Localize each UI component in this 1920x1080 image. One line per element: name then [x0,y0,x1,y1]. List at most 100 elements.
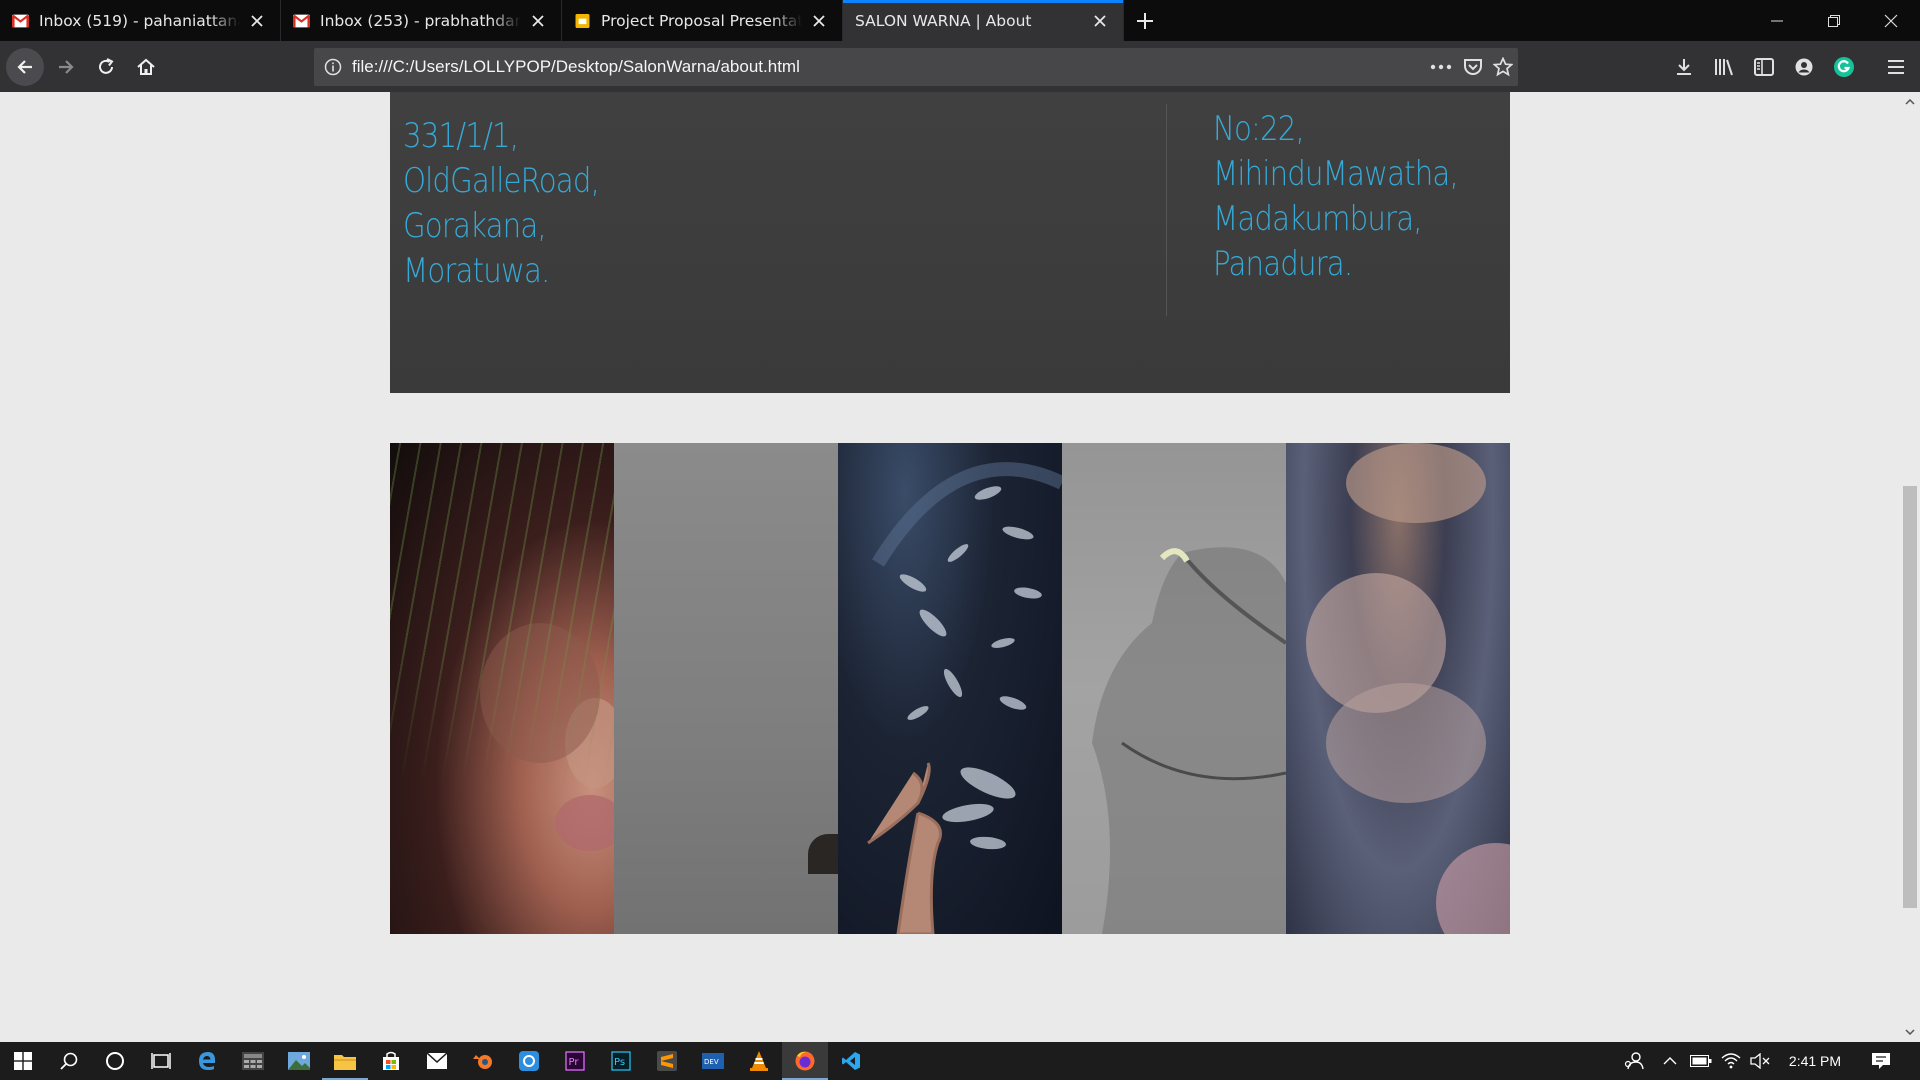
mesh-fabric-image[interactable] [1062,443,1286,934]
edge-app[interactable] [184,1042,230,1080]
address-line: OldGalleRoad, [403,161,600,201]
locations-panel: 331/1/1, OldGalleRoad, Gorakana, Moratuw… [390,92,1510,393]
photoshop-app[interactable]: Ps [598,1042,644,1080]
people-icon [1624,1052,1644,1070]
reload-icon [99,58,114,74]
firefox-app[interactable] [782,1042,828,1080]
feathers-hand-image[interactable] [838,443,1062,934]
tab-salon-warna[interactable]: SALON WARNA | About [843,0,1124,41]
address-line: No:22, [1213,109,1305,149]
devc-app[interactable]: DEV [690,1042,736,1080]
grammarly-button[interactable] [1826,49,1862,85]
address-line: 331/1/1, [403,116,519,156]
file-explorer-icon [334,1055,356,1070]
woman-green-hair-image[interactable] [390,443,614,934]
minimize-button[interactable] [1748,0,1805,41]
sublime-app[interactable] [644,1042,690,1080]
blender-app[interactable] [460,1042,506,1080]
photos-app[interactable] [276,1042,322,1080]
reload-button[interactable] [88,49,124,85]
mail-icon [427,1053,447,1069]
devc-icon: DEV [702,1053,724,1069]
windows-start-icon [14,1052,32,1070]
new-tab-button[interactable] [1124,0,1166,41]
address-bar[interactable]: file:///C:/Users/LOLLYPOP/Desktop/SalonW… [314,48,1518,86]
back-button[interactable] [6,48,44,86]
battery-icon [1690,1055,1712,1067]
scroll-down-button[interactable] [1900,1024,1920,1040]
svg-text:Ps: Ps [614,1057,625,1068]
navigation-toolbar: file:///C:/Users/LOLLYPOP/Desktop/SalonW… [0,41,1920,92]
close-tab-icon[interactable] [527,10,549,32]
site-info-icon[interactable] [314,58,352,76]
address-line: Moratuwa. [403,251,550,291]
clouds-image[interactable] [1286,443,1510,934]
task-view-button[interactable] [138,1042,184,1080]
file-explorer-app[interactable] [322,1042,368,1080]
premiere-app[interactable]: Pr [552,1042,598,1080]
tab-title: SALON WARNA | About [855,11,1032,30]
calculator-app[interactable] [230,1042,276,1080]
action-center-button[interactable] [1858,1042,1904,1080]
tab-strip: Inbox (519) - pahaniattanayake Inbox (25… [0,0,1920,41]
home-icon [137,58,155,75]
address-line: Madakumbura, [1213,199,1423,239]
people-button[interactable] [1616,1042,1652,1080]
restore-button[interactable] [1805,0,1862,41]
forward-button[interactable] [48,49,84,85]
account-button[interactable] [1786,49,1822,85]
vscode-app[interactable] [828,1042,874,1080]
arrow-left-icon [17,60,32,74]
app-shortcut[interactable] [506,1042,552,1080]
hamburger-icon [1888,60,1904,74]
scrollbar-thumb[interactable] [1903,486,1917,908]
page-actions-icon[interactable] [1424,48,1458,86]
pocket-icon[interactable] [1456,48,1490,86]
address-line: MihinduMawatha, [1213,154,1459,194]
plus-icon [1137,12,1153,29]
taskbar-clock[interactable]: 2:41 PM [1772,1042,1858,1080]
task-view-icon [151,1053,171,1069]
grammarly-icon [1834,57,1854,77]
volume-button[interactable] [1746,1042,1774,1080]
show-hidden-icons-button[interactable] [1654,1042,1686,1080]
mail-app[interactable] [414,1042,460,1080]
close-tab-icon[interactable] [1089,10,1111,32]
edge-icon [199,1052,216,1070]
windows-taskbar: Pr Ps DEV 2:41 PM [0,1042,1920,1080]
bookmark-star-icon[interactable] [1486,48,1520,86]
address-moratuwa: 331/1/1, OldGalleRoad, Gorakana, Moratuw… [403,114,600,294]
search-button[interactable] [46,1042,92,1080]
tab-gmail-2[interactable]: Inbox (253) - prabhathdarshana [281,0,562,41]
photos-icon [288,1052,310,1070]
address-line: Panadura. [1213,244,1353,284]
cortana-button[interactable] [92,1042,138,1080]
downloads-button[interactable] [1666,49,1702,85]
gmail-icon [293,14,310,27]
scroll-up-button[interactable] [1900,94,1920,110]
photoshop-icon: Ps [611,1051,631,1071]
sidebar-button[interactable] [1746,49,1782,85]
chevron-up-icon [1905,99,1915,105]
start-button[interactable] [0,1042,46,1080]
tab-gmail-1[interactable]: Inbox (519) - pahaniattanayake [0,0,281,41]
minimize-icon [1770,20,1783,21]
gray-hand-image[interactable] [614,443,838,934]
tab-title: Inbox (519) - pahaniattanayake [39,11,240,30]
page-content: 331/1/1, OldGalleRoad, Gorakana, Moratuw… [0,92,1900,1042]
restore-icon [1827,14,1840,27]
close-tab-icon[interactable] [808,10,830,32]
close-tab-icon[interactable] [246,10,268,32]
battery-button[interactable] [1686,1042,1716,1080]
vscode-icon [842,1052,860,1070]
blender-icon [473,1055,492,1069]
menu-button[interactable] [1878,49,1914,85]
network-button[interactable] [1716,1042,1746,1080]
close-window-button[interactable] [1862,0,1919,41]
library-button[interactable] [1706,49,1742,85]
svg-text:DEV: DEV [704,1058,719,1066]
home-button[interactable] [128,49,164,85]
store-app[interactable] [368,1042,414,1080]
tab-slides[interactable]: Project Proposal Presentation - [562,0,843,41]
vlc-app[interactable] [736,1042,782,1080]
